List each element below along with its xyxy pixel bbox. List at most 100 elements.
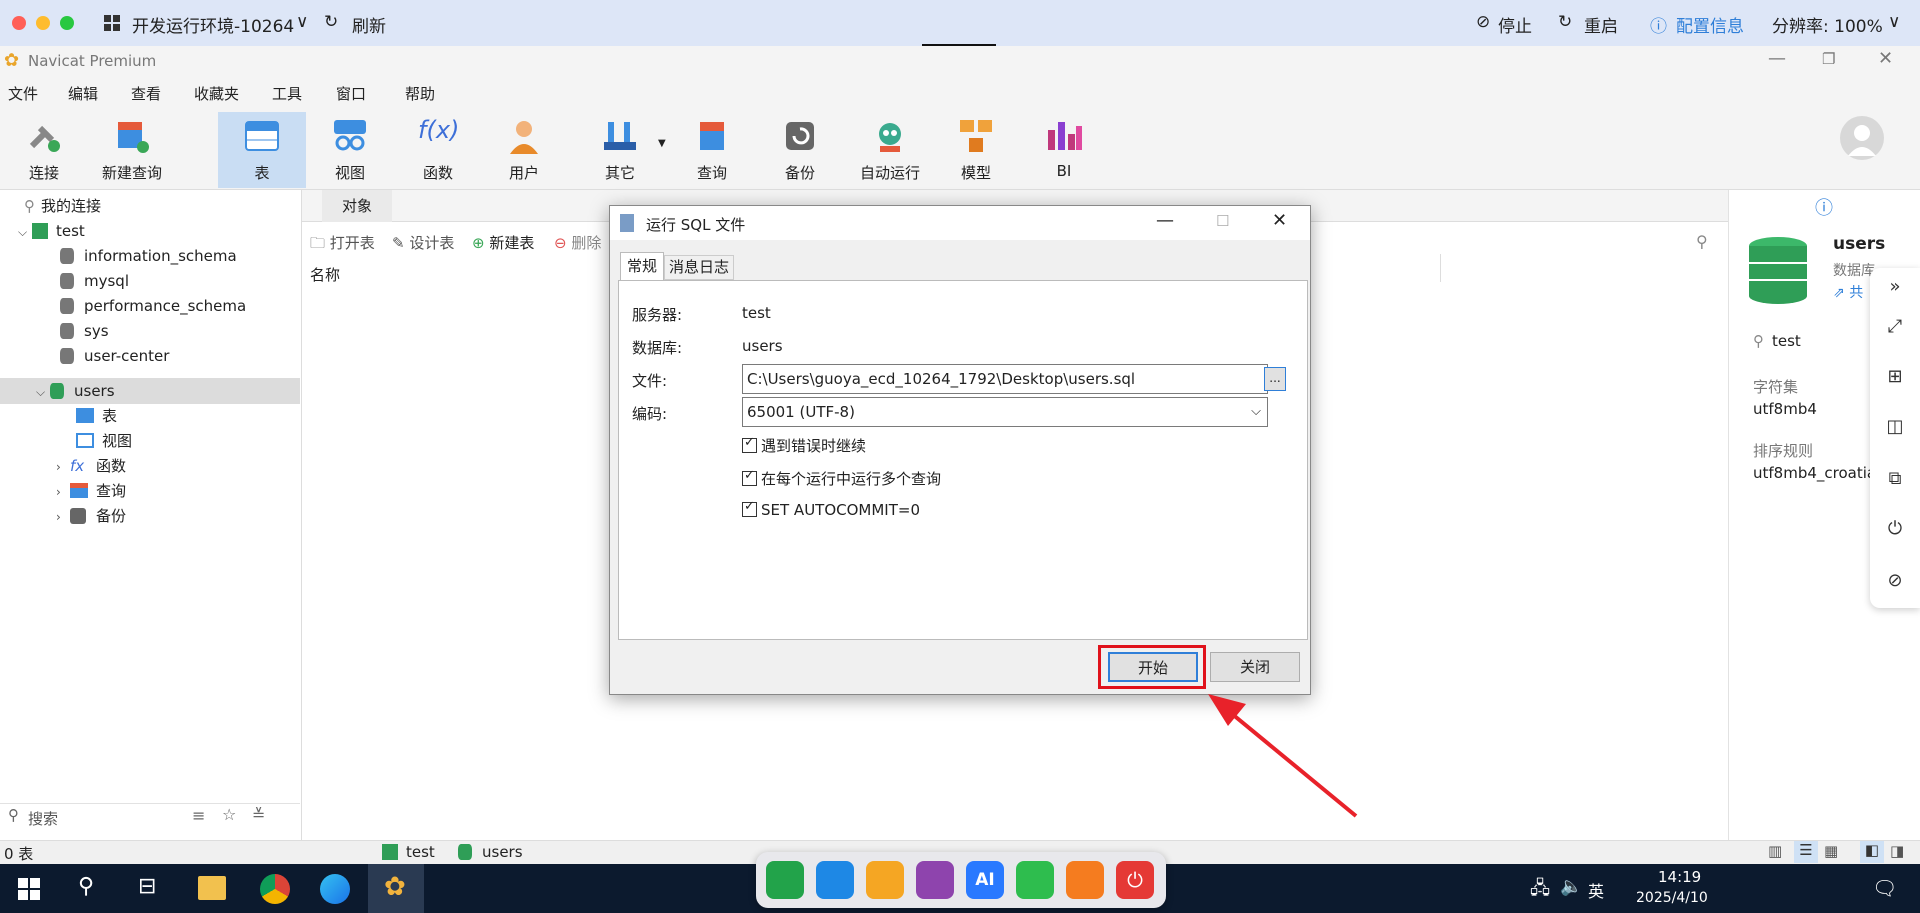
stop-button[interactable]: 停止 [1498,12,1532,37]
other-button[interactable]: 其它 [580,112,660,188]
chevron-down-icon[interactable]: ⌵ [36,380,50,404]
stop-icon[interactable]: ⊘ [1476,12,1490,32]
fullscreen-icon[interactable]: ⤢ [1880,312,1910,342]
restore-button[interactable]: ❐ [1822,50,1835,68]
minimize-button[interactable]: — [1768,48,1786,69]
chevron-down-icon[interactable]: ∨ [1888,12,1900,32]
refresh-button[interactable]: 刷新 [352,12,386,37]
caret-down-icon[interactable]: ▼ [658,138,666,149]
tree-connection-test[interactable]: ⌵ test [18,219,85,243]
avatar[interactable] [1840,116,1884,160]
function-button[interactable]: f(x) 函数 [398,112,478,188]
user-button[interactable]: 用户 [484,112,564,188]
windows-start-icon[interactable] [18,878,40,900]
tree-tables[interactable]: 表 [76,404,117,428]
dialog-close-button[interactable]: ✕ [1272,210,1287,231]
collapse-icon[interactable]: ≚ [252,805,265,824]
tab-objects[interactable]: 对象 [322,190,392,222]
open-table-button[interactable]: 🗀 打开表 [310,232,375,258]
menu-view[interactable]: 查看 [131,83,161,104]
env-title[interactable]: 开发运行环境-10264 [132,12,294,37]
menu-window[interactable]: 窗口 [336,83,366,104]
notification-icon[interactable]: 🗨 [1872,876,1897,900]
maximize-dot[interactable] [60,16,74,30]
search-icon[interactable]: ⚲ [1696,232,1708,251]
chevron-right-icon[interactable]: › [56,480,70,504]
refresh-icon[interactable]: ↻ [324,12,338,32]
sign-app-icon[interactable] [766,861,804,899]
tree-db-users[interactable]: ⌵ users [36,379,115,403]
close-dot[interactable] [12,16,26,30]
power-app-icon[interactable]: ⏻ [1116,861,1154,899]
right-pane-icon[interactable]: ◨ [1890,842,1904,860]
expand-right-icon[interactable]: » [1880,272,1910,302]
my-connections-header[interactable]: ⚲ 我的连接 [24,194,101,218]
tree-db-mysql[interactable]: mysql [60,269,129,293]
multiple-queries-checkbox[interactable]: 在每个运行中运行多个查询 [742,468,941,489]
delete-button[interactable]: ⊖ 删除 [554,232,601,253]
tree-backups[interactable]: › 备份 [56,504,126,528]
chevron-right-icon[interactable]: › [56,505,70,529]
detail-view-icon[interactable]: ▦ [1824,842,1838,860]
share-link[interactable]: ⇗ 共 [1833,282,1863,302]
tree-functions[interactable]: › fx 函数 [56,454,126,478]
ime-language[interactable]: 英 [1588,878,1604,902]
resolution-select[interactable]: 分辨率: 100% [1772,12,1883,37]
edge-icon[interactable] [320,874,350,904]
autocommit-checkbox[interactable]: SET AUTOCOMMIT=0 [742,499,920,519]
config-button[interactable]: 配置信息 [1676,12,1744,37]
volume-icon[interactable]: 🔈 [1560,876,1582,897]
network-icon[interactable]: 🖧 [1530,876,1550,906]
tree-db-user-center[interactable]: user-center [60,344,169,368]
file-explorer-icon[interactable] [198,876,226,900]
tree-db-sys[interactable]: sys [60,319,109,343]
search-icon[interactable]: ⚲ [78,874,94,899]
copy-window-icon[interactable]: ⧉ [1880,464,1910,494]
navicat-task-button[interactable]: ✿ [368,864,424,913]
close-button[interactable]: ✕ [1878,48,1893,69]
design-table-button[interactable]: ✎ 设计表 [392,232,454,253]
grid-view-icon[interactable]: ▥ [1768,842,1782,860]
chevron-right-icon[interactable]: › [56,455,70,479]
layout-icon[interactable]: ◫ [1880,412,1910,442]
desktop-app-icon[interactable] [816,861,854,899]
start-button[interactable]: 开始 [1108,652,1198,682]
tab-message-log[interactable]: 消息日志 [664,255,734,280]
menu-tools[interactable]: 工具 [272,83,302,104]
new-table-button[interactable]: ⊕ 新建表 [472,232,534,253]
restart-icon[interactable]: ↻ [1558,12,1572,32]
minimize-dot[interactable] [36,16,50,30]
file-path-input[interactable]: C:\Users\guoya_ecd_10264_1792\Desktop\us… [742,364,1268,394]
tree-db-information-schema[interactable]: information_schema [60,244,237,268]
chat-app-icon[interactable] [1016,861,1054,899]
tree-views[interactable]: 视图 [76,429,132,453]
split-icon[interactable]: ⊞ [1880,362,1910,392]
book-app-icon[interactable] [916,861,954,899]
backup-button[interactable]: 备份 [760,112,840,188]
browse-button[interactable]: ... [1264,367,1286,391]
table-button[interactable]: 表 [218,112,306,188]
menu-edit[interactable]: 编辑 [68,83,98,104]
tree-db-performance-schema[interactable]: performance_schema [60,294,246,318]
tab-general[interactable]: 常规 [620,252,664,280]
menu-favorites[interactable]: 收藏夹 [194,83,239,104]
list-view-icon[interactable]: ☰ [1794,841,1818,863]
chevron-down-icon[interactable]: ∨ [296,12,308,32]
chrome-icon[interactable] [260,874,290,904]
filter-icon[interactable]: ≡ [192,806,205,825]
power-icon[interactable]: ⏻ [1880,514,1910,544]
storage-app-icon[interactable] [866,861,904,899]
close-dialog-button[interactable]: 关闭 [1210,652,1300,682]
automation-button[interactable]: 自动运行 [848,112,932,188]
continue-on-error-checkbox[interactable]: 遇到错误时继续 [742,435,866,456]
info-icon[interactable]: ⓘ [1815,194,1833,220]
new-query-button[interactable]: 新建查询 [92,112,172,188]
dialog-maximize-button[interactable]: ☐ [1216,212,1229,230]
model-button[interactable]: 模型 [936,112,1016,188]
hide-icon[interactable]: ⊘ [1880,566,1910,596]
restart-button[interactable]: 重启 [1584,12,1618,37]
bi-button[interactable]: BI [1024,112,1104,188]
info-icon[interactable]: ⓘ [1650,12,1667,37]
dialog-minimize-button[interactable]: — [1156,210,1174,231]
star-icon[interactable]: ☆ [222,805,236,824]
